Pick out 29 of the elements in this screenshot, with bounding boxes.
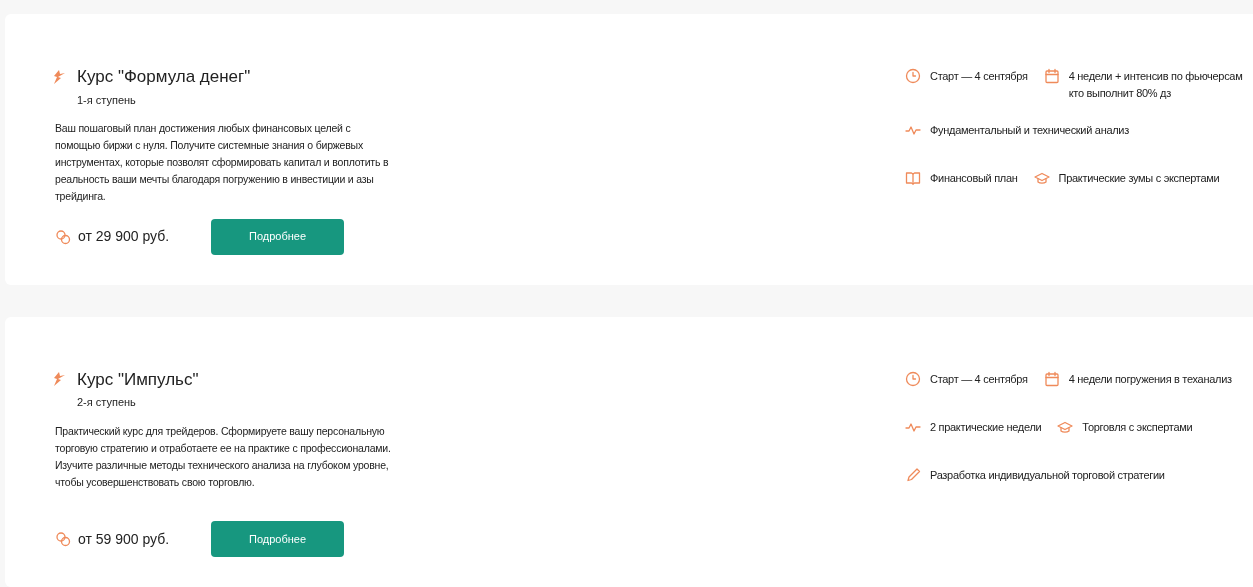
course-description: Практический курс для трейдеров. Сформируете вашу персональную торговую стратегию и отработаете ее на практике с профессионалами. Изучите различные методы технического анализа на глубоком уровне, чтобы усовершенствовать свою торговлю. — [55, 423, 391, 490]
course-price: от 29 900 руб. — [78, 227, 171, 246]
course-description: Ваш пошаговый план достижения любых финансовых целей с помощью биржи с нуля. Получите системные знания о биржевых инструментах, которые позволят сформировать капитал и воплотить в реальность ваши мечты благодаря погружению в инвестиции и азы трейдинга. — [55, 121, 390, 204]
course-feature: Торговля с экспертами — [1082, 419, 1193, 435]
course-feature: 4 недели + интенсив по фьючерсам кто выполнит 80% дз — [1068, 69, 1243, 101]
course-feature: Старт — 4 сентября — [930, 371, 1028, 387]
calendar-icon — [1043, 370, 1060, 387]
course-price: от 59 900 руб. — [78, 529, 171, 549]
details-button[interactable]: Подробнее — [211, 521, 344, 557]
graduation-cap-icon — [1033, 170, 1050, 186]
details-button[interactable]: Подробнее — [211, 218, 344, 255]
course-feature: 2 практические недели — [930, 419, 1042, 435]
clock-icon — [905, 68, 921, 84]
book-icon — [905, 170, 921, 186]
course-title: Курс "Импульс" — [77, 368, 199, 391]
course-feature: Разработка индивидуальной торговой стратегии — [930, 467, 1165, 483]
clock-icon — [905, 370, 921, 387]
coins-icon — [55, 531, 71, 547]
course-feature: Финансовый план — [930, 171, 1018, 186]
course-feature: Практические зумы с экспертами — [1058, 171, 1220, 186]
course-feature: Старт — 4 сентября — [930, 69, 1028, 84]
course-step: 2-я ступень — [77, 394, 391, 411]
course-title: Курс "Формула денег" — [77, 66, 251, 88]
course-step: 1-я ступень — [77, 91, 391, 108]
coins-icon — [55, 228, 71, 245]
pencil-icon — [905, 466, 921, 483]
course-feature: Фундаментальный и технический анализ — [930, 123, 1129, 138]
course-feature: 4 недели погружения в теханализ — [1068, 371, 1232, 387]
calendar-icon — [1043, 68, 1060, 84]
